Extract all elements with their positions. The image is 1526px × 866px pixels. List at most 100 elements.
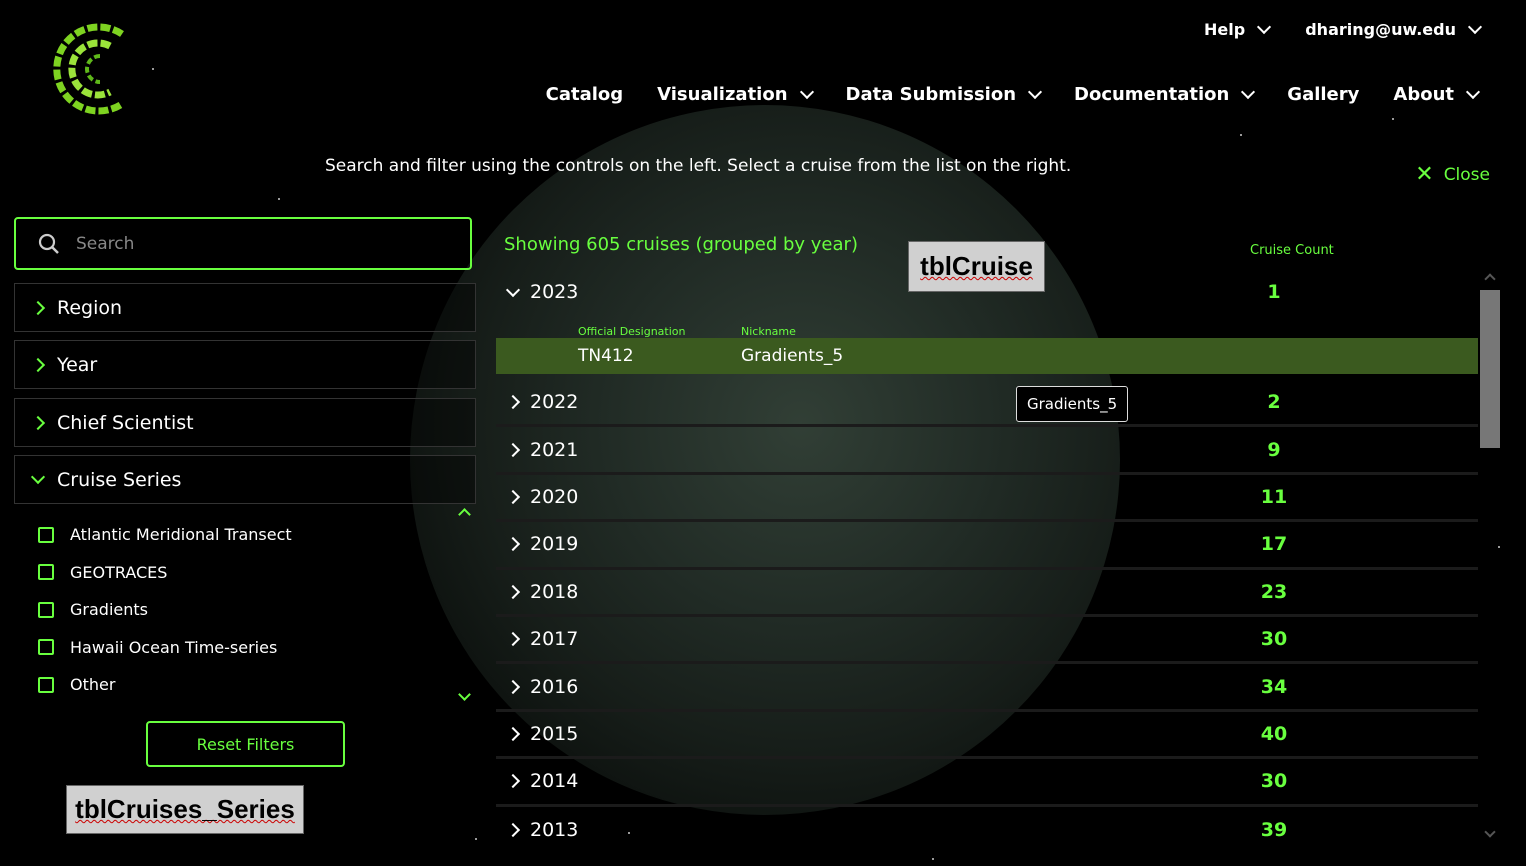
chevron-down-icon [1257,19,1272,35]
official-designation-header: Official Designation [578,325,686,338]
nav-catalog[interactable]: Catalog [546,84,624,105]
year-count: 9 [1267,438,1281,461]
year-label: 2018 [530,580,579,603]
year-row-2018[interactable]: 2018 23 [496,570,1478,617]
scroll-down-icon[interactable] [458,688,471,701]
series-option-geotraces[interactable]: GEOTRACES [38,554,458,592]
star [932,858,934,860]
help-menu[interactable]: Help [1204,19,1272,39]
series-option-other[interactable]: Other [38,666,458,704]
series-option-amt[interactable]: Atlantic Meridional Transect [38,516,458,554]
chevron-down-icon [1465,84,1481,100]
nav-data-submission[interactable]: Data Submission [845,84,1043,105]
scrollbar-thumb[interactable] [1480,290,1500,448]
year-label: 2021 [530,438,579,461]
year-count: 11 [1260,485,1288,508]
chevron-right-icon [505,489,521,505]
year-row-2023[interactable]: 2023 1 [496,268,1478,316]
checkbox[interactable] [38,676,54,693]
filter-chief-scientist[interactable]: Chief Scientist [14,398,476,447]
nav-about[interactable]: About [1393,84,1481,105]
cruise-row-selected[interactable]: TN412 Gradients_5 [496,338,1478,374]
close-button[interactable]: ✕ Close [1415,164,1490,186]
year-row-2020[interactable]: 2020 11 [496,475,1478,523]
year-label: 2017 [530,628,579,651]
chevron-down-icon [505,282,521,297]
year-row-2014[interactable]: 2014 30 [496,759,1478,807]
checkbox[interactable] [38,601,54,618]
close-label: Close [1443,165,1490,185]
nav-documentation[interactable]: Documentation [1074,84,1256,105]
cruise-nickname: Gradients_5 [741,346,844,366]
year-row-2021[interactable]: 2021 9 [496,427,1478,475]
nav-label: About [1393,84,1454,105]
series-label: Gradients [70,600,148,620]
series-label: Atlantic Meridional Transect [70,525,292,545]
chevron-right-icon [505,584,521,599]
chevron-right-icon [505,395,521,410]
year-row-2022[interactable]: 2022 2 [496,380,1478,428]
nav-visualization[interactable]: Visualization [657,84,814,105]
search-icon [38,233,59,254]
chevron-right-icon [505,823,521,838]
year-count: 40 [1260,722,1288,745]
chevron-down-icon [799,84,814,100]
cruise-official: TN412 [578,346,634,366]
year-row-2013[interactable]: 2013 39 [496,807,1478,854]
user-menu[interactable]: dharing@uw.edu [1305,19,1483,39]
nav-label: Visualization [657,84,788,105]
instructions-text: Search and filter using the controls on … [325,156,1072,176]
year-label: 2016 [530,675,579,698]
checkbox[interactable] [38,564,54,581]
series-label: Hawaii Ocean Time-series [70,637,278,657]
cruise-year-list: 2023 1 Official Designation Nickname TN4… [496,268,1478,854]
nav-label: Gallery [1287,84,1360,105]
cruise-table-header: Official Designation Nickname [496,316,1478,338]
annotation-label: tblCruises_Series [75,794,295,824]
year-label: 2014 [530,770,579,793]
filter-label: Chief Scientist [57,411,194,434]
nickname-header: Nickname [741,325,796,338]
filter-year[interactable]: Year [14,340,476,389]
checkbox[interactable] [38,639,54,656]
results-scrollbar[interactable] [1480,270,1500,842]
cmap-logo[interactable] [40,16,132,122]
help-label: Help [1204,20,1246,39]
year-label: 2019 [530,533,579,556]
cruise-series-list: Atlantic Meridional Transect GEOTRACES G… [38,516,458,704]
series-option-hot[interactable]: Hawaii Ocean Time-series [38,629,458,667]
year-row-2015[interactable]: 2015 40 [496,712,1478,760]
star [152,68,154,70]
filter-label: Region [57,296,123,319]
chevron-right-icon [505,442,521,457]
nav-label: Data Submission [845,84,1017,105]
filter-cruise-series[interactable]: Cruise Series [14,455,476,504]
chevron-right-icon [505,632,521,647]
year-row-2017[interactable]: 2017 30 [496,617,1478,665]
star [1240,134,1242,136]
scroll-up-icon[interactable] [1484,273,1496,285]
search-input[interactable] [74,232,438,255]
nav-label: Documentation [1074,84,1230,105]
year-row-2016[interactable]: 2016 34 [496,664,1478,712]
year-count: 30 [1260,628,1288,651]
year-count: 1 [1267,281,1281,303]
close-icon: ✕ [1415,162,1434,187]
series-option-gradients[interactable]: Gradients [38,591,458,629]
nav-gallery[interactable]: Gallery [1287,84,1359,105]
scroll-down-icon[interactable] [1484,826,1496,838]
chevron-down-icon [1027,84,1043,100]
star [1392,118,1394,120]
reset-filters-button[interactable]: Reset Filters [146,721,345,767]
year-label: 2015 [530,722,579,745]
year-count: 34 [1260,675,1288,698]
filter-label: Cruise Series [57,468,182,491]
filter-region[interactable]: Region [14,283,476,332]
annotation-series-table: tblCruises_Series [66,785,304,834]
year-row-2019[interactable]: 2019 17 [496,522,1478,570]
chevron-right-icon [505,774,521,789]
chevron-right-icon [505,679,521,694]
search-box[interactable] [14,217,472,270]
chevron-down-icon [30,469,46,485]
checkbox[interactable] [38,526,54,543]
